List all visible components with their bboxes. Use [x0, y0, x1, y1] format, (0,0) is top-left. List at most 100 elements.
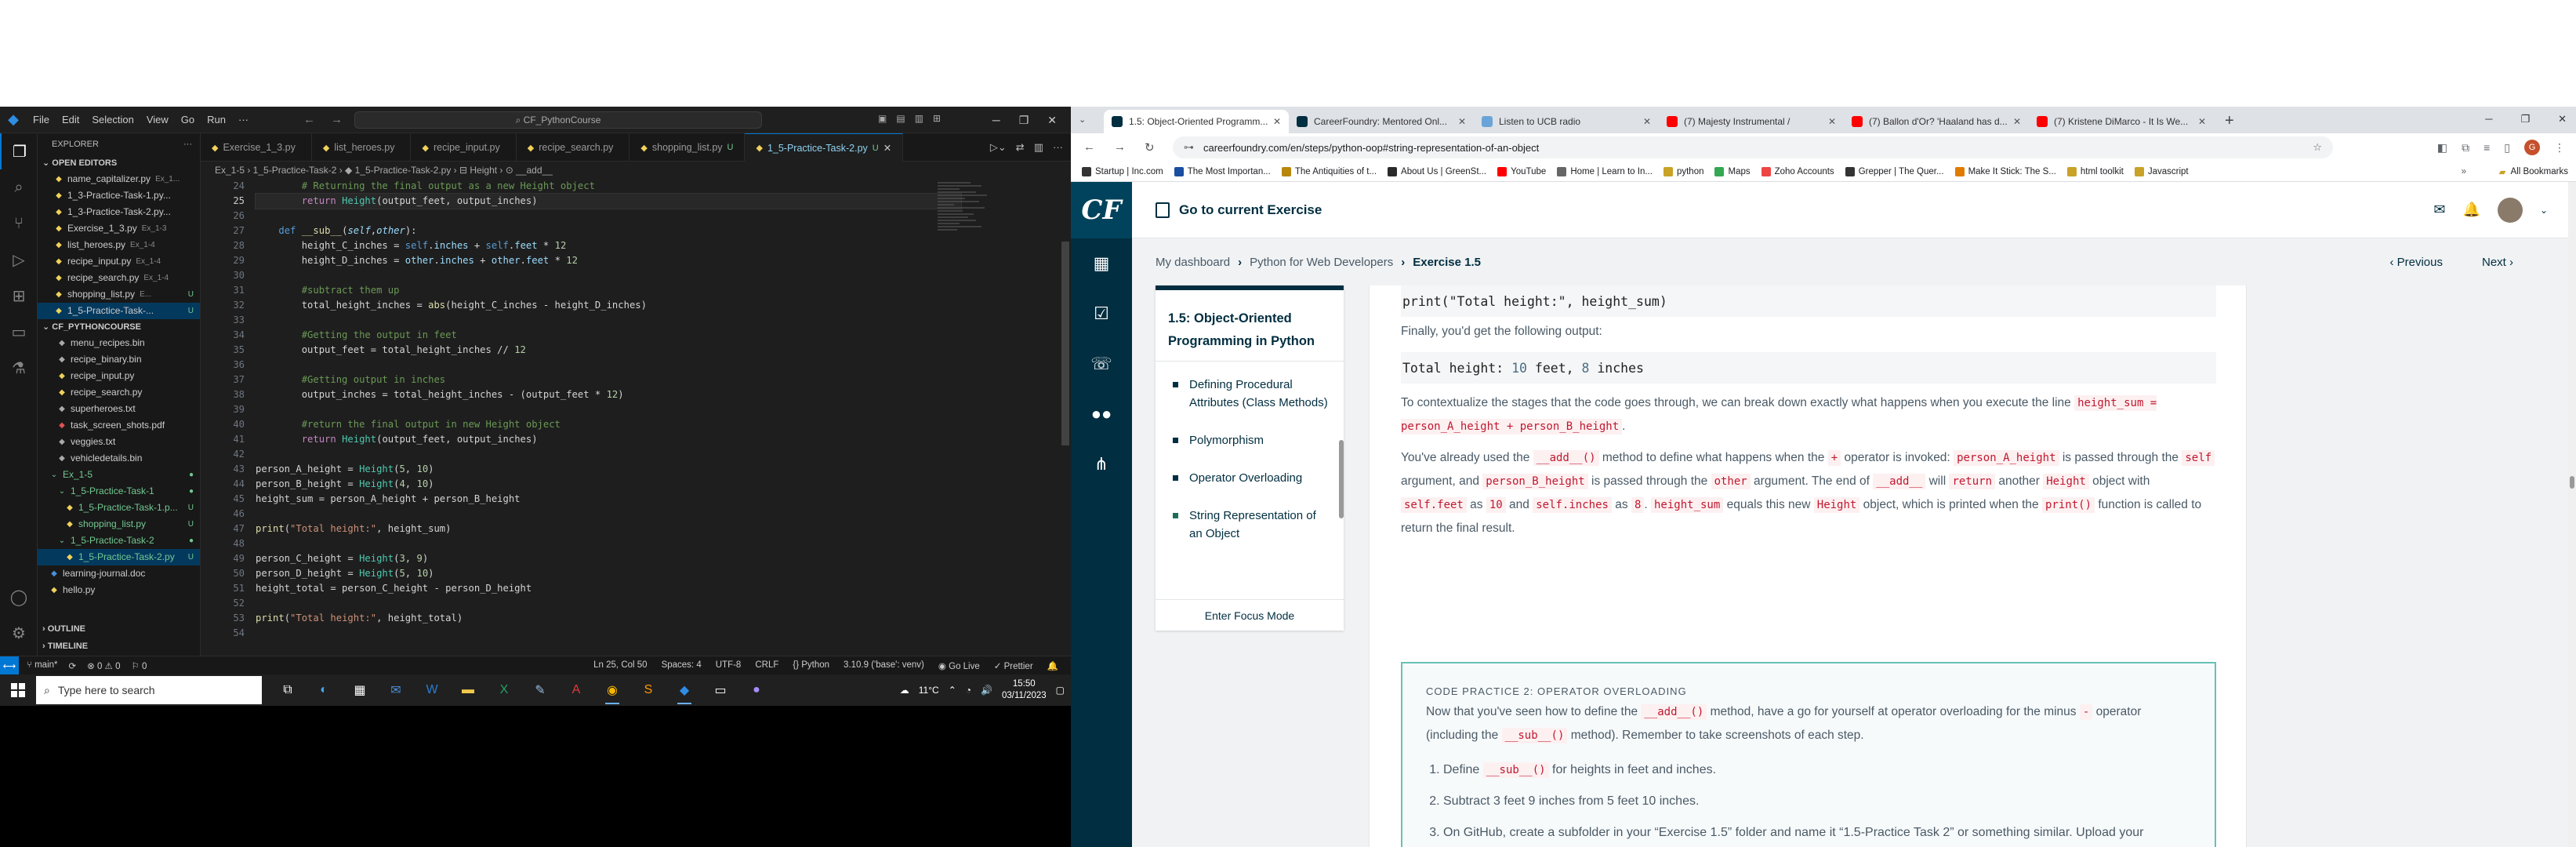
explorer-icon[interactable]: ❐ — [0, 133, 38, 169]
browser-tab[interactable]: (7) Majesty Instrumental / ✕ — [1659, 110, 1844, 133]
network-tree-icon[interactable]: ⋔ — [1071, 439, 1132, 489]
acrobat-icon[interactable]: A — [558, 674, 594, 706]
tray-chevron-icon[interactable]: ⌃ — [949, 685, 956, 696]
prettier-status[interactable]: ✓ Prettier — [994, 660, 1033, 671]
tab-close-icon[interactable]: ✕ — [1828, 116, 1836, 127]
problems-count[interactable]: ⊗ 0 ⚠ 0 — [87, 660, 120, 671]
excel-icon[interactable]: X — [486, 674, 522, 706]
next-button[interactable]: Next › — [2482, 256, 2513, 269]
file-tree-item[interactable]: ◆ superheroes.txt — [38, 401, 200, 417]
volume-icon[interactable]: 🔊 — [981, 685, 992, 696]
open-editor-item[interactable]: ◆ 1_5-Practice-Task-... U — [38, 303, 200, 319]
notepad-icon[interactable]: ✎ — [522, 674, 558, 706]
checklist-icon[interactable]: ☑ — [1071, 289, 1132, 339]
profile-avatar[interactable]: G — [2524, 140, 2540, 155]
open-editor-item[interactable]: ◆ 1_3-Practice-Task-2.py... — [38, 204, 200, 220]
mail-icon[interactable]: ✉ — [2433, 202, 2445, 218]
testing-icon[interactable]: ⚗ — [0, 350, 38, 386]
menu-more[interactable]: ··· — [238, 114, 249, 125]
editor-tab[interactable]: ◆ 1_5-Practice-Task-2.py U ✕ — [745, 133, 904, 162]
extensions-icon[interactable]: ⊞ — [0, 278, 38, 314]
editor-tab[interactable]: ◆ list_heroes.py — [312, 133, 412, 162]
profile-chevron-icon[interactable]: ⌄ — [2540, 205, 2548, 216]
menu-go[interactable]: Go — [181, 114, 194, 125]
site-info-icon[interactable]: ⊶ — [1184, 141, 1194, 154]
browser-tab[interactable]: CareerFoundry: Mentored Onl... ✕ — [1289, 110, 1474, 133]
address-bar[interactable]: ⊶ careerfoundry.com/en/steps/python-oop#… — [1173, 136, 2333, 158]
outline-title[interactable]: 1.5: Object-Oriented Programming in Pyth… — [1156, 290, 1344, 362]
task-view-icon[interactable]: ⧉ — [270, 674, 306, 706]
go-live-button[interactable]: ◉ Go Live — [938, 660, 980, 671]
file-tree-item[interactable]: ◆ 1_5-Practice-Task-1.p... U — [38, 500, 200, 516]
outline-item-current[interactable]: String Representation of an Object — [1173, 507, 1330, 543]
outline-scrollbar[interactable] — [1339, 440, 1344, 518]
bookmark-item[interactable]: Grepper | The Quer... — [1845, 166, 1944, 176]
outline-item[interactable]: Operator Overloading — [1173, 469, 1330, 487]
sublime-icon[interactable]: S — [630, 674, 666, 706]
profile-picture[interactable] — [2497, 197, 2523, 223]
file-tree-item[interactable]: ◆ shopping_list.py U — [38, 516, 200, 533]
outline-item[interactable]: Defining Procedural Attributes (Class Me… — [1173, 376, 1330, 412]
open-editor-item[interactable]: ◆ 1_3-Practice-Task-1.py... — [38, 187, 200, 204]
editor-scrollbar[interactable] — [1060, 179, 1071, 656]
file-tree-item[interactable]: ◆ learning-journal.doc — [38, 565, 200, 582]
browser-tab[interactable]: (7) Kristene DiMarco - It Is We... ✕ — [2029, 110, 2214, 133]
file-tree-item[interactable]: ◆ veggies.txt — [38, 434, 200, 450]
mail-icon[interactable]: ✉ — [378, 674, 414, 706]
tab-close-icon[interactable]: ✕ — [883, 142, 891, 154]
project-section[interactable]: ⌄ CF_PYTHONCOURSE — [38, 319, 200, 335]
maximize-icon[interactable]: ❐ — [1019, 114, 1029, 127]
close-icon[interactable]: ✕ — [1047, 114, 1057, 127]
menu-run[interactable]: Run — [207, 114, 226, 125]
editor-tab[interactable]: ◆ Exercise_1_3.py — [201, 133, 312, 162]
file-tree-item[interactable]: ◆ recipe_search.py — [38, 384, 200, 401]
network-icon[interactable]: ◔ — [966, 685, 971, 696]
go-to-exercise-link[interactable]: Go to current Exercise — [1156, 202, 1322, 218]
bookmark-item[interactable]: The Most Importan... — [1174, 166, 1271, 176]
bookmark-item[interactable]: Maps — [1714, 166, 1751, 176]
bookmark-item[interactable]: html toolkit — [2066, 166, 2124, 176]
cursor-position[interactable]: Ln 25, Col 50 — [593, 660, 647, 671]
bookmark-star-icon[interactable]: ☆ — [2313, 141, 2322, 154]
bookmark-item[interactable]: Javascript — [2134, 166, 2189, 176]
encoding[interactable]: UTF-8 — [716, 660, 742, 671]
menu-selection[interactable]: Selection — [92, 114, 133, 125]
remote-indicator-icon[interactable]: ⟷ — [0, 656, 19, 675]
menu-edit[interactable]: Edit — [62, 114, 79, 125]
notification-center-icon[interactable]: ▢ — [1056, 685, 1065, 696]
windows-start-icon[interactable] — [0, 674, 36, 706]
indentation[interactable]: Spaces: 4 — [662, 660, 702, 671]
forward-arrow-icon[interactable]: → — [331, 113, 343, 126]
open-editor-item[interactable]: ◆ Exercise_1_3.py Ex_1-3 — [38, 220, 200, 237]
bookmark-item[interactable]: Startup | Inc.com — [1082, 166, 1163, 176]
crumb-course[interactable]: Python for Web Developers — [1250, 256, 1393, 269]
git-branch[interactable]: ⑂ main* — [27, 660, 58, 671]
ports-count[interactable]: ⚐ 0 — [131, 660, 147, 671]
chrome-icon[interactable]: ◉ — [594, 674, 630, 706]
file-explorer-icon[interactable]: ▬ — [450, 674, 486, 706]
community-icon[interactable]: ●● — [1071, 389, 1132, 439]
clock[interactable]: 15:50 03/11/2023 — [1002, 678, 1047, 702]
bookmark-item[interactable]: Zoho Accounts — [1761, 166, 1834, 176]
command-center-search[interactable]: ⌕ CF_PythonCourse — [354, 111, 762, 129]
store-icon[interactable]: ▦ — [342, 674, 378, 706]
language-mode[interactable]: {} Python — [793, 660, 829, 671]
tab-search-icon[interactable]: ⌄ — [1079, 115, 1086, 125]
reload-icon[interactable]: ↻ — [1145, 140, 1155, 154]
compare-icon[interactable]: ⇄ — [1016, 141, 1025, 154]
taskbar-search[interactable]: ⌕ Type here to search — [36, 676, 262, 704]
page-scrollbar[interactable] — [2568, 182, 2576, 847]
more-actions-icon[interactable]: ··· — [183, 133, 192, 155]
file-tree-item[interactable]: ◆ recipe_input.py — [38, 368, 200, 384]
file-tree-item[interactable]: ⌄ 1_5-Practice-Task-1 ● — [38, 483, 200, 500]
toggle-secondary-sidebar-icon[interactable]: ▥ — [915, 113, 923, 124]
bookmark-item[interactable]: YouTube — [1497, 166, 1546, 176]
open-editor-item[interactable]: ◆ name_capitalizer.py Ex_1... — [38, 171, 200, 187]
crumb-exercise[interactable]: Exercise 1.5 — [1413, 256, 1481, 269]
file-tree-item[interactable]: ⌄ Ex_1-5 ● — [38, 467, 200, 483]
tab-close-icon[interactable]: ✕ — [2013, 116, 2021, 127]
timeline-section[interactable]: › TIMELINE — [38, 638, 88, 654]
new-tab-button[interactable]: + — [2214, 112, 2245, 133]
run-debug-icon[interactable]: ▷ — [0, 242, 38, 278]
phone-icon[interactable]: ☏ — [1071, 339, 1132, 389]
